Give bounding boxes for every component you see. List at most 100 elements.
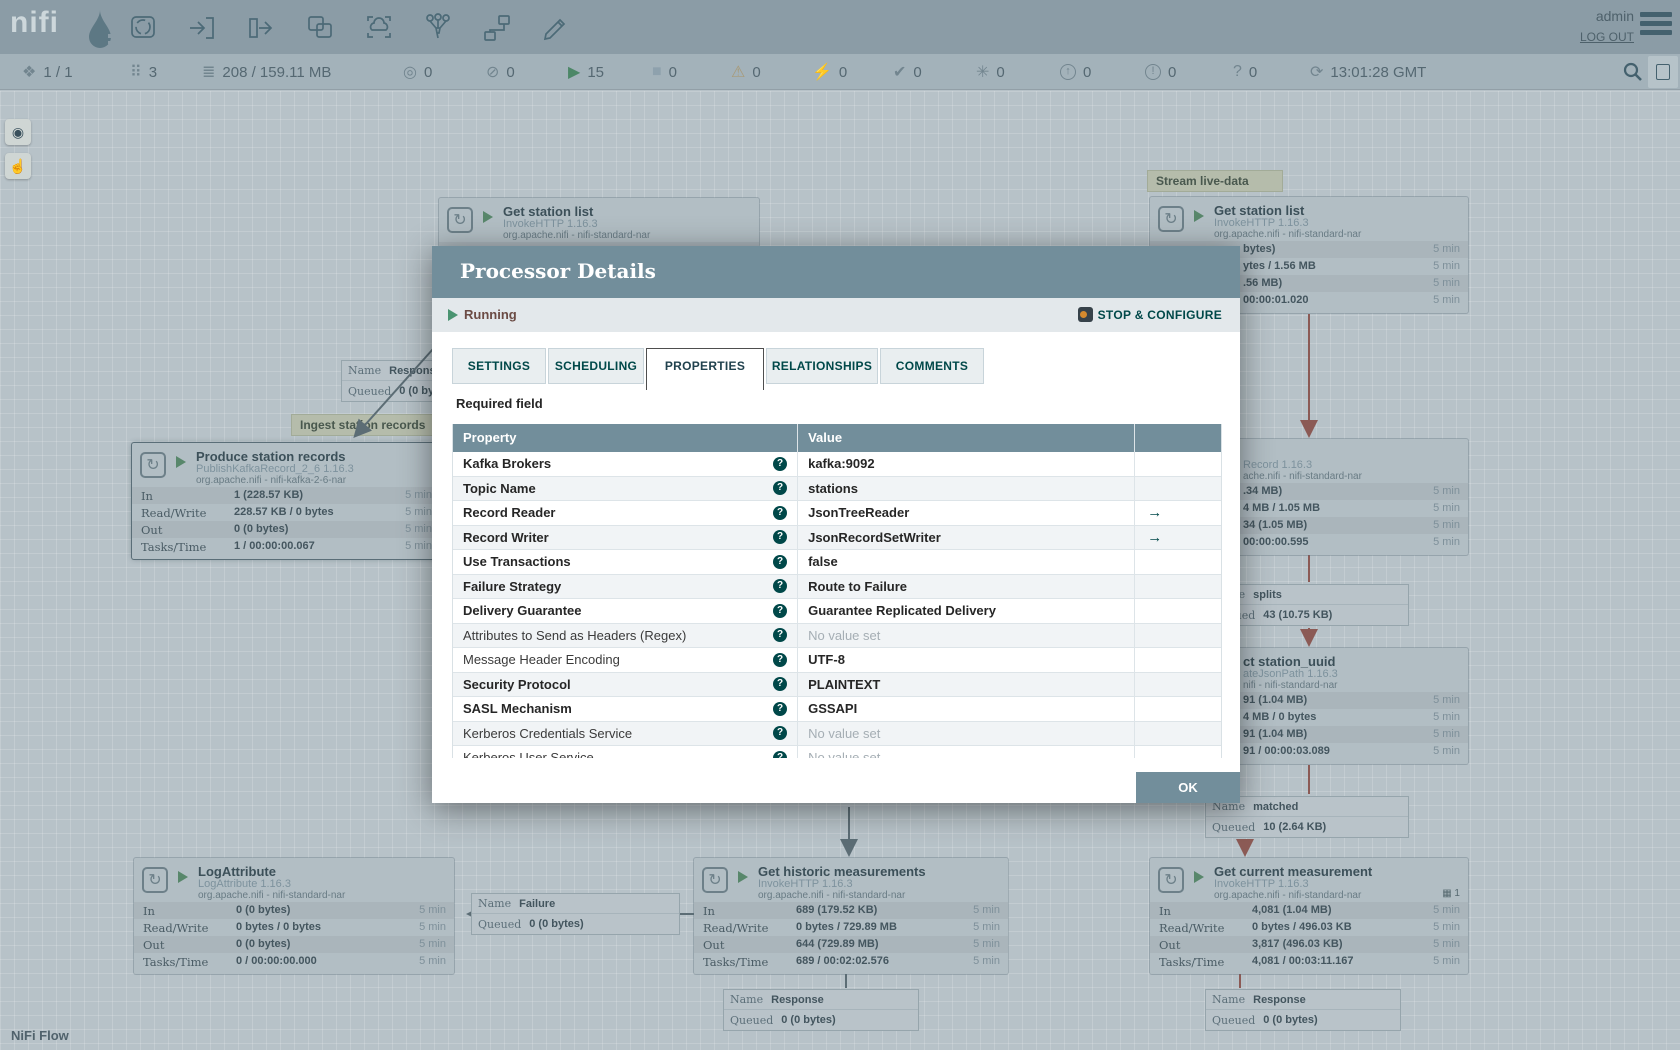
go-to-service-icon[interactable]: → (1147, 529, 1162, 546)
processor-get-current-measurement[interactable]: ↻ Get current measurement InvokeHTTP 1.16.… (1150, 858, 1468, 974)
help-icon[interactable]: ? (773, 726, 788, 741)
property-value[interactable]: Route to Failure (808, 579, 907, 594)
target-icon[interactable]: ◉ (5, 119, 31, 145)
property-value[interactable]: No value set (808, 726, 880, 741)
refresh-icon[interactable]: ⟳ (1310, 62, 1323, 82)
processor-state: Running (464, 307, 517, 322)
property-name: Failure Strategy (463, 578, 562, 594)
help-icon[interactable]: ? (773, 456, 788, 471)
help-icon[interactable]: ? (773, 505, 788, 520)
property-value[interactable]: false (808, 554, 838, 569)
processor-stat-row: Read/Write 0 bytes / 496.03 KB 5 min (1159, 921, 1460, 935)
help-icon[interactable]: ? (773, 554, 788, 569)
running-icon: ▶ (568, 64, 581, 81)
processor-type: InvokeHTTP 1.16.3 (1214, 217, 1309, 229)
running-icon (448, 309, 458, 321)
tab-relationships[interactable]: RELATIONSHIPS (766, 348, 878, 384)
property-row[interactable]: Record Reader? JsonTreeReader → (453, 501, 1221, 526)
search-icon[interactable] (1622, 61, 1644, 83)
processor-icon: ↻ (142, 867, 168, 893)
connection-label-response-center[interactable]: Name Response Queued 0 (0 bytes) (723, 989, 919, 1031)
ok-button[interactable]: OK (1136, 772, 1240, 803)
property-value[interactable]: No value set (808, 628, 880, 643)
property-row[interactable]: SASL Mechanism? GSSAPI (453, 697, 1221, 722)
status-disabled: ⚡ 0 (812, 54, 847, 90)
processor-stat-row: In 4,081 (1.04 MB) 5 min (1150, 902, 1468, 919)
property-value[interactable]: UTF-8 (808, 652, 845, 667)
property-row[interactable]: Security Protocol? PLAINTEXT (453, 672, 1221, 697)
cluster-icon: ❖ (22, 64, 37, 81)
process-group-icon[interactable] (304, 12, 336, 44)
run-status-icon (1194, 871, 1204, 883)
value-column-header: Value (797, 424, 1134, 452)
input-port-icon[interactable] (186, 12, 218, 44)
operate-panel-toggle[interactable] (1648, 56, 1678, 88)
help-icon[interactable]: ? (773, 677, 788, 692)
processor-type: InvokeHTTP 1.16.3 (503, 218, 598, 230)
remote-process-group-icon[interactable] (363, 12, 395, 44)
last-refresh-time[interactable]: ⟳ 13:01:28 GMT (1310, 54, 1426, 90)
help-icon[interactable]: ? (773, 603, 788, 618)
funnel-icon[interactable] (422, 12, 454, 44)
breadcrumb[interactable]: NiFi Flow (11, 1028, 69, 1043)
connection-label-response-right[interactable]: Name Response Queued 0 (0 bytes) (1205, 989, 1401, 1031)
tab-scheduling[interactable]: SCHEDULING (548, 348, 644, 384)
processor-produce-station-records[interactable]: ↻ Produce station records PublishKafkaReco… (132, 443, 440, 559)
go-to-service-icon[interactable]: → (1147, 504, 1162, 521)
property-name: Delivery Guarantee (463, 603, 582, 619)
property-value[interactable]: JsonRecordSetWriter (808, 530, 941, 545)
processor-logattribute[interactable]: ↻ LogAttribute LogAttribute 1.16.3 org.apac… (134, 858, 454, 974)
stop-and-configure-button[interactable]: STOP & CONFIGURE (1077, 307, 1222, 322)
property-value[interactable]: GSSAPI (808, 701, 857, 716)
help-icon[interactable]: ? (773, 652, 788, 667)
property-row[interactable]: Kerberos Credentials Service? No value se… (453, 721, 1221, 746)
gear-icon (1077, 307, 1093, 322)
property-row[interactable]: Failure Strategy? Route to Failure (453, 574, 1221, 599)
processor-get-historic-measurements[interactable]: ↻ Get historic measurements InvokeHTTP 1.1… (694, 858, 1008, 974)
processor-text-fragment: Record 1.16.3 (1243, 459, 1313, 471)
property-value[interactable]: JsonTreeReader (808, 505, 909, 520)
processor-icon[interactable] (127, 12, 159, 44)
hand-icon[interactable]: ☝ (5, 153, 31, 179)
property-row[interactable]: Record Writer? JsonRecordSetWriter → (453, 525, 1221, 550)
processor-stat-row: Read/Write 0 bytes / 729.89 MB 5 min (703, 921, 1000, 935)
help-icon[interactable]: ? (773, 628, 788, 643)
connection-label-failure[interactable]: Name Failure Queued 0 (0 bytes) (471, 893, 680, 935)
output-port-icon[interactable] (245, 12, 277, 44)
property-row[interactable]: Use Transactions? false (453, 550, 1221, 575)
tab-comments[interactable]: COMMENTS (880, 348, 984, 384)
property-row[interactable]: Topic Name? stations (453, 476, 1221, 501)
processor-name: Get historic measurements (758, 864, 926, 879)
processor-text-fragment: nifi - nifi-standard-nar (1243, 680, 1338, 691)
property-name: SASL Mechanism (463, 701, 572, 717)
processor-bundle: org.apache.nifi - nifi-standard-nar (758, 890, 906, 901)
help-icon[interactable]: ? (773, 701, 788, 716)
template-icon[interactable] (481, 12, 513, 44)
property-value[interactable]: PLAINTEXT (808, 677, 880, 692)
property-value[interactable]: stations (808, 481, 858, 496)
status-cluster: ❖ 1 / 1 (22, 54, 73, 90)
tab-properties[interactable]: PROPERTIES (646, 348, 764, 390)
help-icon[interactable]: ? (773, 481, 788, 496)
tab-settings[interactable]: SETTINGS (452, 348, 546, 384)
property-value[interactable]: No value set (808, 750, 880, 758)
property-value[interactable]: Guarantee Replicated Delivery (808, 603, 996, 618)
property-row[interactable]: Delivery Guarantee? Guarantee Replicated … (453, 599, 1221, 624)
label-icon[interactable] (540, 12, 572, 44)
logout-link[interactable]: LOG OUT (1580, 30, 1634, 44)
property-row[interactable]: Message Header Encoding? UTF-8 (453, 648, 1221, 673)
property-row[interactable]: Kerberos User Service? No value set (453, 746, 1221, 758)
help-icon[interactable]: ? (773, 530, 788, 545)
property-value[interactable]: kafka:9092 (808, 456, 875, 471)
canvas-label[interactable]: Stream live-data (1147, 170, 1283, 192)
global-menu-icon[interactable] (1640, 12, 1672, 38)
processor-name: Get station list (1214, 203, 1305, 218)
property-row[interactable]: Kafka Brokers? kafka:9092 (453, 452, 1221, 477)
nifi-logo-drop-icon (89, 10, 117, 48)
help-icon[interactable]: ? (773, 579, 788, 594)
status-count: 0 (838, 63, 848, 81)
property-row[interactable]: Attributes to Send as Headers (Regex)? No… (453, 623, 1221, 648)
help-icon[interactable]: ? (773, 750, 788, 758)
status-locally-modified: ✳ 0 (976, 54, 1005, 90)
processor-stat-row: In 1 (228.57 KB) 5 min (132, 487, 440, 504)
